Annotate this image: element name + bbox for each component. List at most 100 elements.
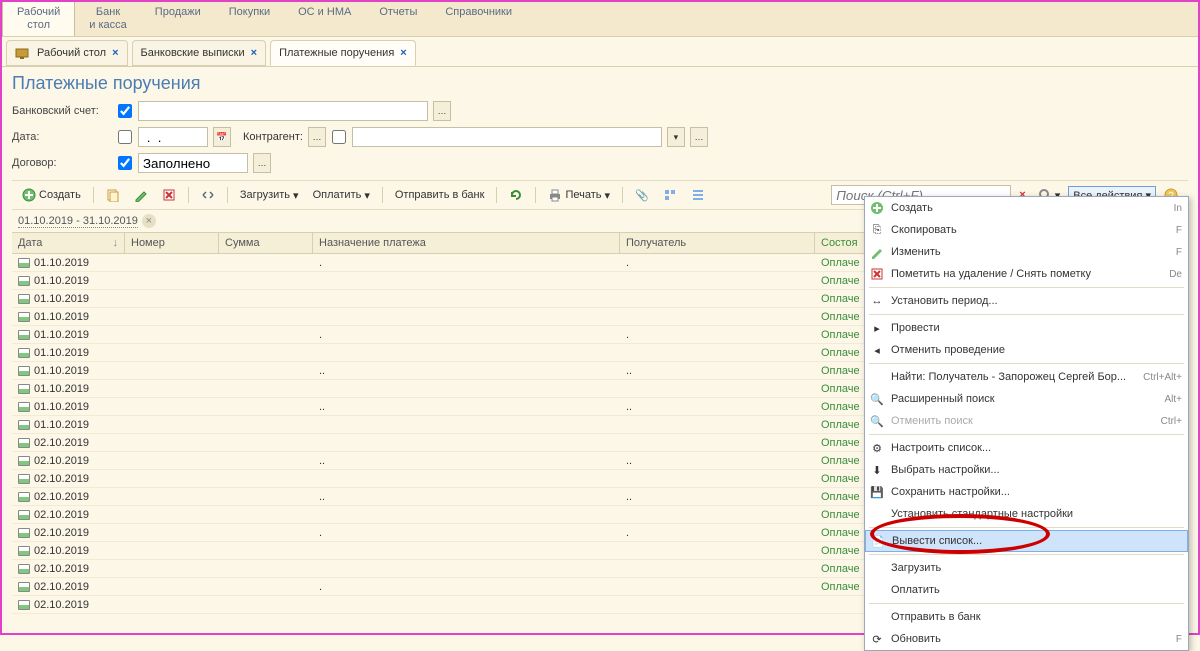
document-posted-icon	[18, 528, 30, 538]
tab-2[interactable]: Платежные поручения×	[270, 40, 416, 66]
menu-item-24[interactable]: Отправить в банк	[865, 606, 1188, 628]
desktop-icon	[15, 46, 31, 60]
menu-item-0[interactable]: СоздатьIn	[865, 197, 1188, 219]
main-menu-item-5[interactable]: Отчеты	[365, 2, 431, 36]
document-posted-icon	[18, 420, 30, 430]
export-icon: 📄	[870, 533, 886, 549]
col-sum-header[interactable]: Сумма	[219, 233, 313, 253]
main-menu-item-4[interactable]: ОС и НМА	[284, 2, 365, 36]
bank-account-checkbox[interactable]	[118, 104, 132, 118]
period-button[interactable]	[197, 186, 219, 204]
main-menu-item-0[interactable]: Рабочийстол	[2, 2, 75, 36]
find-icon	[869, 369, 885, 385]
page-title: Платежные поручения	[12, 73, 1188, 94]
blank-icon	[869, 506, 885, 522]
menu-item-1[interactable]: ⎘СкопироватьF	[865, 219, 1188, 241]
document-posted-icon	[18, 510, 30, 520]
main-menu-item-6[interactable]: Справочники	[431, 2, 526, 36]
counterparty-input[interactable]	[352, 127, 662, 147]
document-posted-icon	[18, 276, 30, 286]
menu-item-7[interactable]: ▸Провести	[865, 317, 1188, 339]
menu-item-21[interactable]: Загрузить	[865, 557, 1188, 579]
period-icon	[201, 188, 215, 202]
structure-icon	[663, 188, 677, 202]
clear-period-button[interactable]: ×	[142, 214, 156, 228]
list-icon	[691, 188, 705, 202]
delete-button[interactable]	[158, 186, 180, 204]
menu-item-16[interactable]: 💾Сохранить настройки...	[865, 481, 1188, 503]
tab-strip: Рабочий стол×Банковские выписки×Платежны…	[2, 37, 1198, 67]
menu-item-5[interactable]: ↔Установить период...	[865, 290, 1188, 312]
counterparty-label: Контрагент:	[243, 131, 303, 143]
document-posted-icon	[18, 294, 30, 304]
col-purpose-header[interactable]: Назначение платежа	[313, 233, 620, 253]
date-checkbox[interactable]	[118, 130, 132, 144]
document-posted-icon	[18, 258, 30, 268]
col-date-header[interactable]: Дата↓	[12, 233, 125, 253]
menu-item-11[interactable]: 🔍Расширенный поискAlt+	[865, 388, 1188, 410]
printer-icon	[548, 188, 562, 202]
tab-1[interactable]: Банковские выписки×	[132, 40, 267, 66]
menu-item-10[interactable]: Найти: Получатель - Запорожец Сергей Бор…	[865, 366, 1188, 388]
counterparty-select-btn[interactable]: …	[308, 127, 326, 147]
menu-item-3[interactable]: Пометить на удаление / Снять пометкуDe	[865, 263, 1188, 285]
edit-button[interactable]	[130, 186, 152, 204]
menu-item-2[interactable]: ИзменитьF	[865, 241, 1188, 263]
blank-icon	[869, 609, 885, 625]
menu-item-8[interactable]: ◂Отменить проведение	[865, 339, 1188, 361]
document-posted-icon	[18, 348, 30, 358]
copy-button[interactable]	[102, 186, 124, 204]
menu-item-17[interactable]: Установить стандартные настройки	[865, 503, 1188, 525]
menu-item-22[interactable]: Оплатить	[865, 579, 1188, 601]
tab-close-1[interactable]: ×	[251, 47, 257, 59]
counterparty-dropdown-btn[interactable]: ▾	[667, 127, 685, 147]
date-label: Дата:	[12, 131, 112, 143]
print-button[interactable]: Печать ▾	[544, 186, 614, 204]
col-number-header[interactable]: Номер	[125, 233, 219, 253]
context-menu: СоздатьIn⎘СкопироватьFИзменитьFПометить …	[864, 196, 1189, 651]
blank-icon	[869, 582, 885, 598]
col-recipient-header[interactable]: Получатель	[620, 233, 815, 253]
pay-button[interactable]: Оплатить ▾	[309, 187, 374, 204]
bank-account-select-btn[interactable]: …	[433, 101, 451, 121]
contract-input[interactable]	[138, 153, 248, 173]
search-icon: 🔍	[869, 391, 885, 407]
post-icon: ▸	[869, 320, 885, 336]
list-button[interactable]	[687, 186, 709, 204]
document-posted-icon	[18, 600, 30, 610]
menu-item-14[interactable]: ⚙Настроить список...	[865, 437, 1188, 459]
main-menu-item-1[interactable]: Банки касса	[75, 2, 141, 36]
contract-checkbox[interactable]	[118, 156, 132, 170]
refresh-button[interactable]	[505, 186, 527, 204]
main-menu-item-3[interactable]: Покупки	[215, 2, 284, 36]
pencil-icon	[869, 244, 885, 260]
date-calendar-btn[interactable]: 📅	[213, 127, 231, 147]
load-button[interactable]: Загрузить ▾	[236, 187, 303, 204]
period-icon: ↔	[869, 293, 885, 309]
refresh-icon	[509, 188, 523, 202]
attach-button[interactable]: 📎	[631, 187, 653, 204]
main-menu: РабочийстолБанки кассаПродажиПокупкиОС и…	[2, 2, 1198, 37]
counterparty-checkbox[interactable]	[332, 130, 346, 144]
load-cfg-icon: ⬇	[869, 462, 885, 478]
send-to-bank-button[interactable]: Отправить в банк	[391, 187, 489, 203]
document-posted-icon	[18, 402, 30, 412]
menu-item-25[interactable]: ⟳ОбновитьF	[865, 628, 1188, 650]
create-button[interactable]: Создать	[18, 186, 85, 204]
document-posted-icon	[18, 564, 30, 574]
bank-account-input[interactable]	[138, 101, 428, 121]
structure-button[interactable]	[659, 186, 681, 204]
tab-0[interactable]: Рабочий стол×	[6, 40, 128, 66]
plus-icon	[869, 200, 885, 216]
document-posted-icon	[18, 492, 30, 502]
tab-close-2[interactable]: ×	[400, 47, 406, 59]
menu-item-19[interactable]: 📄Вывести список...	[865, 530, 1188, 552]
counterparty-more-btn[interactable]: …	[690, 127, 708, 147]
del-icon	[869, 266, 885, 282]
menu-item-15[interactable]: ⬇Выбрать настройки...	[865, 459, 1188, 481]
main-menu-item-2[interactable]: Продажи	[141, 2, 215, 36]
date-input[interactable]	[138, 127, 208, 147]
tab-close-0[interactable]: ×	[112, 47, 118, 59]
contract-select-btn[interactable]: …	[253, 153, 271, 173]
delete-icon	[162, 188, 176, 202]
